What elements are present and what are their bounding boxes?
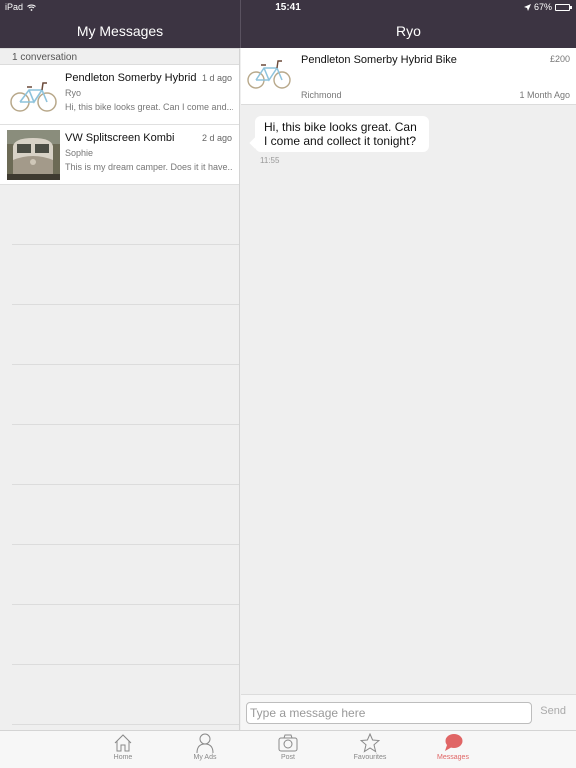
bike-thumbnail	[247, 60, 291, 89]
conversation-detail-pane: Pendleton Somerby Hybrid Bike £200 Richm…	[241, 48, 576, 694]
empty-row-separator	[12, 484, 239, 485]
ad-summary-card[interactable]: Pendleton Somerby Hybrid Bike £200 Richm…	[241, 48, 576, 105]
ad-age: 1 Month Ago	[519, 90, 570, 100]
ad-location: Richmond	[301, 90, 342, 100]
conversation-user: Ryo	[65, 88, 82, 98]
app: iPad 15:41 67% My Messages Ryo 1 convers…	[0, 0, 576, 768]
tab-bar: Home My Ads Post Favourites Messages	[0, 730, 576, 768]
status-right: 67%	[523, 2, 572, 12]
empty-row-separator	[12, 424, 239, 425]
empty-row-separator	[12, 244, 239, 245]
empty-row-separator	[12, 604, 239, 605]
tab-label: Post	[280, 754, 295, 761]
conversation-count: 1 conversation	[0, 48, 239, 65]
tab-post[interactable]: Post	[258, 733, 318, 761]
home-icon	[114, 734, 132, 752]
ad-price: £200	[549, 54, 570, 64]
tab-my-ads[interactable]: My Ads	[175, 733, 235, 761]
location-arrow-icon	[523, 3, 531, 11]
conversation-date: 1 d ago	[201, 73, 232, 83]
van-thumbnail	[7, 130, 60, 180]
conversation-user: Sophie	[65, 148, 94, 158]
empty-row-separator	[12, 664, 239, 665]
star-icon	[360, 733, 380, 753]
send-button[interactable]: Send	[540, 705, 566, 717]
message-time: 11:55	[260, 156, 280, 165]
message-bubble: Hi, this bike looks great. Can I come an…	[255, 116, 429, 152]
battery-percent: 67%	[533, 2, 552, 12]
navigation-header: iPad 15:41 67% My Messages Ryo	[0, 0, 576, 48]
tab-label: Favourites	[353, 754, 387, 761]
ad-title: Pendleton Somerby Hybrid Bike	[301, 54, 457, 66]
conversation-preview: This is my dream camper. Does it it have…	[65, 162, 233, 172]
message-composer: Send	[241, 694, 576, 730]
empty-row-separator	[12, 304, 239, 305]
tab-messages[interactable]: Messages	[423, 733, 483, 761]
message-input[interactable]	[246, 702, 532, 724]
conversation-preview: Hi, this bike looks great. Can I come an…	[65, 102, 233, 112]
tab-home[interactable]: Home	[93, 733, 153, 761]
bike-thumbnail	[7, 70, 60, 120]
conversation-list-pane: 1 conversation Pendleton Somerby Hybrid …	[0, 48, 240, 730]
conversation-item[interactable]: VW Splitscreen Kombi 2 d ago Sophie This…	[0, 125, 239, 185]
tab-favourites[interactable]: Favourites	[340, 733, 400, 761]
battery-icon	[555, 3, 572, 11]
person-icon	[196, 733, 214, 753]
status-time: 15:41	[275, 2, 301, 13]
my-messages-title: My Messages	[76, 23, 164, 39]
tab-label: Messages	[437, 754, 469, 761]
tab-label: Home	[113, 754, 133, 761]
camera-icon	[278, 734, 298, 752]
empty-row-separator	[12, 544, 239, 545]
conversation-title: Pendleton Somerby Hybrid	[65, 72, 197, 84]
empty-row-separator	[12, 724, 239, 725]
conversation-date: 2 d ago	[201, 133, 232, 143]
tab-label: My Ads	[193, 754, 217, 761]
conversation-item[interactable]: Pendleton Somerby Hybrid 1 d ago Ryo Hi,…	[0, 65, 239, 125]
conversation-title: Ryo	[396, 23, 421, 39]
conversation-title: VW Splitscreen Kombi	[65, 132, 175, 144]
chat-bubble-icon	[445, 734, 463, 751]
empty-row-separator	[12, 364, 239, 365]
